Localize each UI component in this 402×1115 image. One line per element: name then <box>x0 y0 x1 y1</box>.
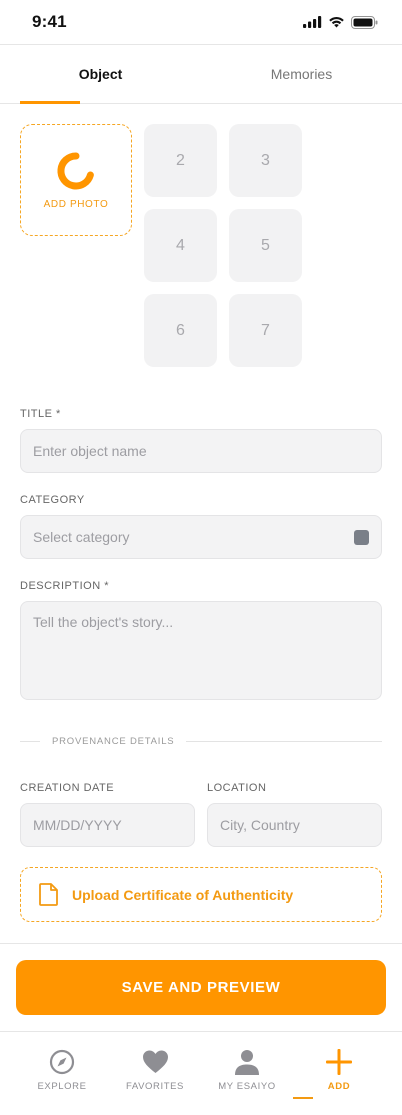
loading-spinner-icon <box>57 151 94 189</box>
cellular-signal-icon <box>303 16 322 28</box>
save-bar: SAVE AND PREVIEW <box>0 943 402 1031</box>
location-input[interactable] <box>207 803 382 847</box>
category-select[interactable]: Select category <box>20 515 382 559</box>
tab-bar: Object Memories <box>0 44 402 104</box>
status-icons <box>303 15 378 29</box>
bottom-navigation: EXPLORE FAVORITES MY ESAIYO ADD <box>0 1031 402 1115</box>
nav-add-label: ADD <box>327 1081 351 1092</box>
creation-date-label: CREATION DATE <box>20 782 115 794</box>
photo-slot-number: 3 <box>261 151 270 169</box>
tab-memories[interactable]: Memories <box>201 45 402 103</box>
save-and-preview-button[interactable]: SAVE AND PREVIEW <box>16 960 386 1015</box>
dropdown-icon <box>354 529 369 545</box>
plus-icon <box>326 1049 352 1075</box>
tab-memories-label: Memories <box>270 66 333 82</box>
category-label: CATEGORY <box>20 494 85 506</box>
title-input[interactable] <box>20 429 382 473</box>
photo-slot-number: 4 <box>176 236 185 254</box>
description-textarea[interactable] <box>20 601 382 700</box>
location-label: LOCATION <box>207 782 267 794</box>
add-photo-label: ADD PHOTO <box>43 198 109 210</box>
category-select-value: Select category <box>33 529 130 545</box>
heart-icon <box>142 1050 168 1073</box>
description-label: DESCRIPTION * <box>20 580 110 592</box>
nav-explore[interactable]: EXPLORE <box>17 1032 107 1104</box>
photo-slot[interactable]: 6 <box>144 294 217 367</box>
divider-line <box>20 740 40 742</box>
tab-object[interactable]: Object <box>0 45 201 103</box>
upload-certificate-label: Upload Certificate of Authenticity <box>72 886 294 903</box>
nav-favorites-label: FAVORITES <box>125 1081 184 1092</box>
provenance-divider: PROVENANCE DETAILS <box>20 731 382 751</box>
photo-slot[interactable]: 4 <box>144 209 217 282</box>
battery-icon <box>351 15 378 29</box>
status-time: 9:41 <box>32 12 67 31</box>
nav-explore-label: EXPLORE <box>37 1081 87 1092</box>
tab-object-label: Object <box>78 66 123 82</box>
upload-certificate-button[interactable]: Upload Certificate of Authenticity <box>20 867 382 922</box>
photo-slot[interactable]: 3 <box>229 124 302 197</box>
photo-slot[interactable]: 5 <box>229 209 302 282</box>
active-tab-indicator <box>20 101 80 104</box>
photo-slot[interactable]: 2 <box>144 124 217 197</box>
nav-my-esaiyo-label: MY ESAIYO <box>218 1081 276 1092</box>
nav-favorites[interactable]: FAVORITES <box>110 1032 200 1104</box>
photo-slot[interactable]: 7 <box>229 294 302 367</box>
nav-add[interactable]: ADD <box>294 1032 384 1104</box>
divider-line <box>186 740 382 742</box>
wifi-icon <box>329 16 344 28</box>
user-icon <box>235 1050 259 1075</box>
document-icon <box>39 883 58 906</box>
photo-slot-number: 7 <box>261 321 270 339</box>
creation-date-input[interactable] <box>20 803 195 847</box>
compass-icon <box>49 1049 75 1075</box>
add-photo-button[interactable]: ADD PHOTO <box>20 124 132 236</box>
photo-slot-number: 5 <box>261 236 270 254</box>
active-nav-indicator <box>293 1097 313 1099</box>
photo-slot-number: 6 <box>176 321 185 339</box>
nav-my-esaiyo[interactable]: MY ESAIYO <box>202 1032 292 1104</box>
provenance-heading: PROVENANCE DETAILS <box>52 735 175 747</box>
title-label: TITLE * <box>20 408 61 420</box>
status-bar: 9:41 <box>0 0 402 44</box>
photo-slot-number: 2 <box>176 151 185 169</box>
